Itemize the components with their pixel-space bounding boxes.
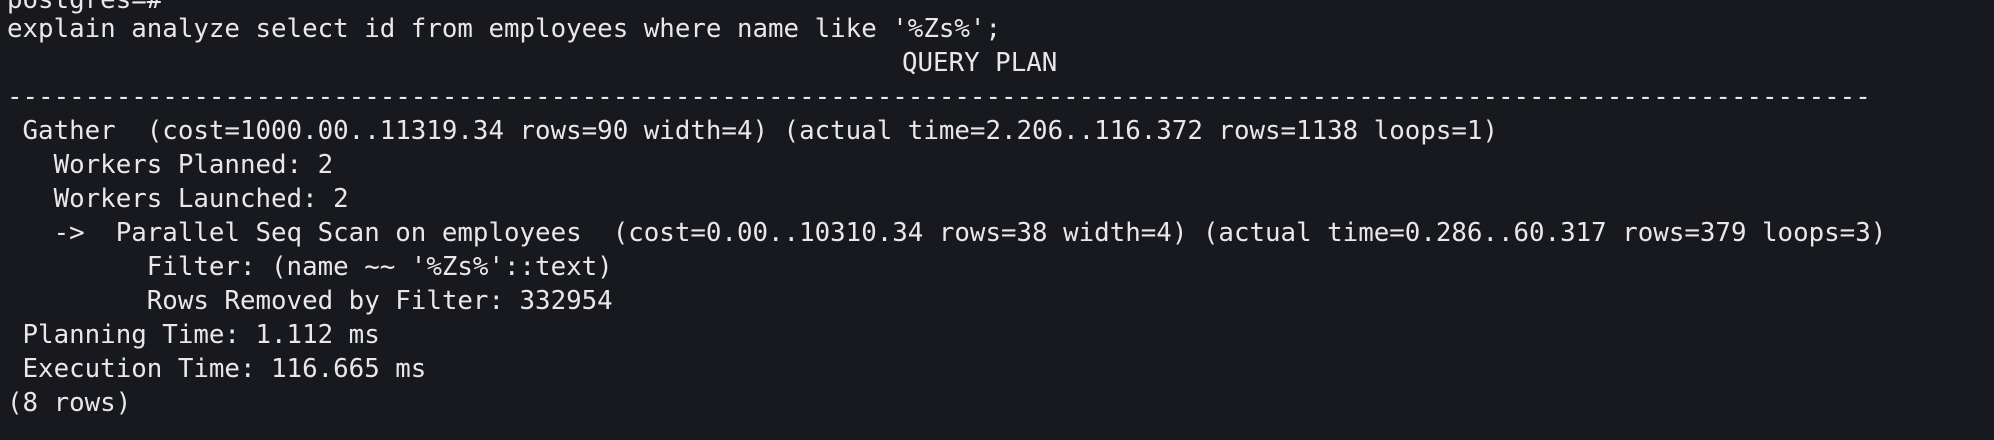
plan-line-filter: Filter: (name ~~ '%Zs%'::text) — [7, 252, 613, 282]
plan-line-workers-launched: Workers Launched: 2 — [7, 184, 349, 214]
plan-line-parallel-seq-scan: -> Parallel Seq Scan on employees (cost=… — [7, 218, 1887, 248]
plan-line-planning-time: Planning Time: 1.112 ms — [7, 320, 380, 350]
plan-line-execution-time: Execution Time: 116.665 ms — [7, 354, 427, 384]
plan-line-gather: Gather (cost=1000.00..11319.34 rows=90 w… — [7, 116, 1498, 146]
plan-line-workers-planned: Workers Planned: 2 — [7, 150, 334, 180]
plan-line-rows-removed: Rows Removed by Filter: 332954 — [7, 286, 613, 316]
query-plan-header: QUERY PLAN — [902, 48, 1058, 78]
terminal-window[interactable]: postgres=# explain analyze select id fro… — [0, 0, 1994, 440]
sql-command: explain analyze select id from employees… — [7, 14, 1001, 44]
row-count-footer: (8 rows) — [7, 388, 132, 418]
header-divider: ----------------------------------------… — [7, 82, 1871, 112]
